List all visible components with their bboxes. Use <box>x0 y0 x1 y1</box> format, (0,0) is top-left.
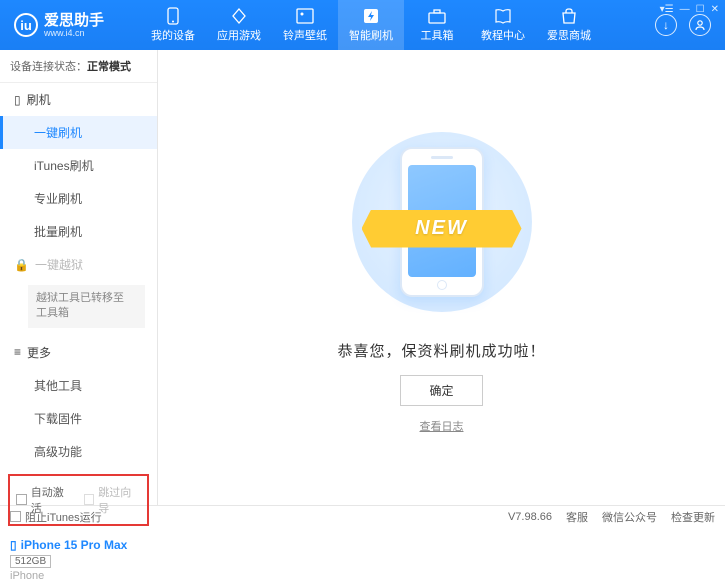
success-illustration: NEW <box>332 122 552 322</box>
app-logo: iu 爱思助手 www.i4.cn <box>0 13 140 38</box>
user-button[interactable] <box>689 14 711 36</box>
nav-my-device[interactable]: 我的设备 <box>140 0 206 50</box>
ok-button[interactable]: 确定 <box>400 375 482 406</box>
store-icon <box>560 7 578 25</box>
device-name[interactable]: ▯ iPhone 15 Pro Max <box>10 538 147 552</box>
sidebar-head-flash[interactable]: ▯ 刷机 <box>0 83 157 116</box>
nav-toolbox[interactable]: 工具箱 <box>404 0 470 50</box>
new-ribbon: NEW <box>362 210 522 248</box>
list-icon: ≡ <box>14 345 21 359</box>
flash-icon <box>362 7 380 25</box>
toolbox-icon <box>428 7 446 25</box>
device-icon: ▯ <box>10 538 17 552</box>
sidebar-item-itunes-flash[interactable]: iTunes刷机 <box>0 149 157 182</box>
image-icon <box>296 7 314 25</box>
maximize-icon[interactable]: ☐ <box>696 4 705 15</box>
checkbox-block-itunes[interactable]: 阻止iTunes运行 <box>10 509 102 525</box>
nav-smart-flash[interactable]: 智能刷机 <box>338 0 404 50</box>
sidebar-item-download-firmware[interactable]: 下载固件 <box>0 402 157 435</box>
sidebar-item-oneclick-flash[interactable]: 一键刷机 <box>0 116 157 149</box>
close-icon[interactable]: ✕ <box>711 4 719 15</box>
download-button[interactable]: ↓ <box>655 14 677 36</box>
sidebar-item-advanced[interactable]: 高级功能 <box>0 435 157 468</box>
top-nav: 我的设备 应用游戏 铃声壁纸 智能刷机 工具箱 教程中心 爱思商城 <box>140 0 641 50</box>
logo-icon: iu <box>14 13 38 37</box>
connection-status: 设备连接状态：正常模式 <box>0 50 157 83</box>
device-info: ▯ iPhone 15 Pro Max 512GB iPhone <box>0 532 157 588</box>
status-link-support[interactable]: 客服 <box>566 509 588 525</box>
status-link-update[interactable]: 检查更新 <box>671 509 715 525</box>
device-storage: 512GB <box>10 555 51 568</box>
success-message: 恭喜您，保资料刷机成功啦！ <box>337 340 545 361</box>
sidebar-item-pro-flash[interactable]: 专业刷机 <box>0 182 157 215</box>
sidebar-item-batch-flash[interactable]: 批量刷机 <box>0 215 157 248</box>
view-log-link[interactable]: 查看日志 <box>420 418 464 434</box>
lock-icon: 🔒 <box>14 258 29 272</box>
content-area: NEW 恭喜您，保资料刷机成功啦！ 确定 查看日志 <box>158 50 725 505</box>
sidebar-item-other-tools[interactable]: 其他工具 <box>0 369 157 402</box>
device-type: iPhone <box>10 570 147 582</box>
nav-tutorials[interactable]: 教程中心 <box>470 0 536 50</box>
app-name: 爱思助手 <box>44 13 104 28</box>
sidebar-head-more[interactable]: ≡ 更多 <box>0 336 157 369</box>
sidebar: 设备连接状态：正常模式 ▯ 刷机 一键刷机 iTunes刷机 专业刷机 批量刷机… <box>0 50 158 505</box>
phone-icon <box>164 7 182 25</box>
menu-icon[interactable]: ▾☰ <box>660 4 674 15</box>
nav-store[interactable]: 爱思商城 <box>536 0 602 50</box>
jailbreak-note: 越狱工具已转移至 工具箱 <box>28 285 145 328</box>
apps-icon <box>230 7 248 25</box>
status-link-wechat[interactable]: 微信公众号 <box>602 509 657 525</box>
app-site: www.i4.cn <box>44 28 104 38</box>
nav-ringtones[interactable]: 铃声壁纸 <box>272 0 338 50</box>
titlebar: iu 爱思助手 www.i4.cn 我的设备 应用游戏 铃声壁纸 智能刷机 工具… <box>0 0 725 50</box>
phone-small-icon: ▯ <box>14 93 21 107</box>
sidebar-head-jailbreak: 🔒 一键越狱 <box>0 248 157 281</box>
version-label: V7.98.66 <box>508 511 552 523</box>
nav-apps[interactable]: 应用游戏 <box>206 0 272 50</box>
book-icon <box>494 7 512 25</box>
minimize-icon[interactable]: — <box>680 4 690 15</box>
